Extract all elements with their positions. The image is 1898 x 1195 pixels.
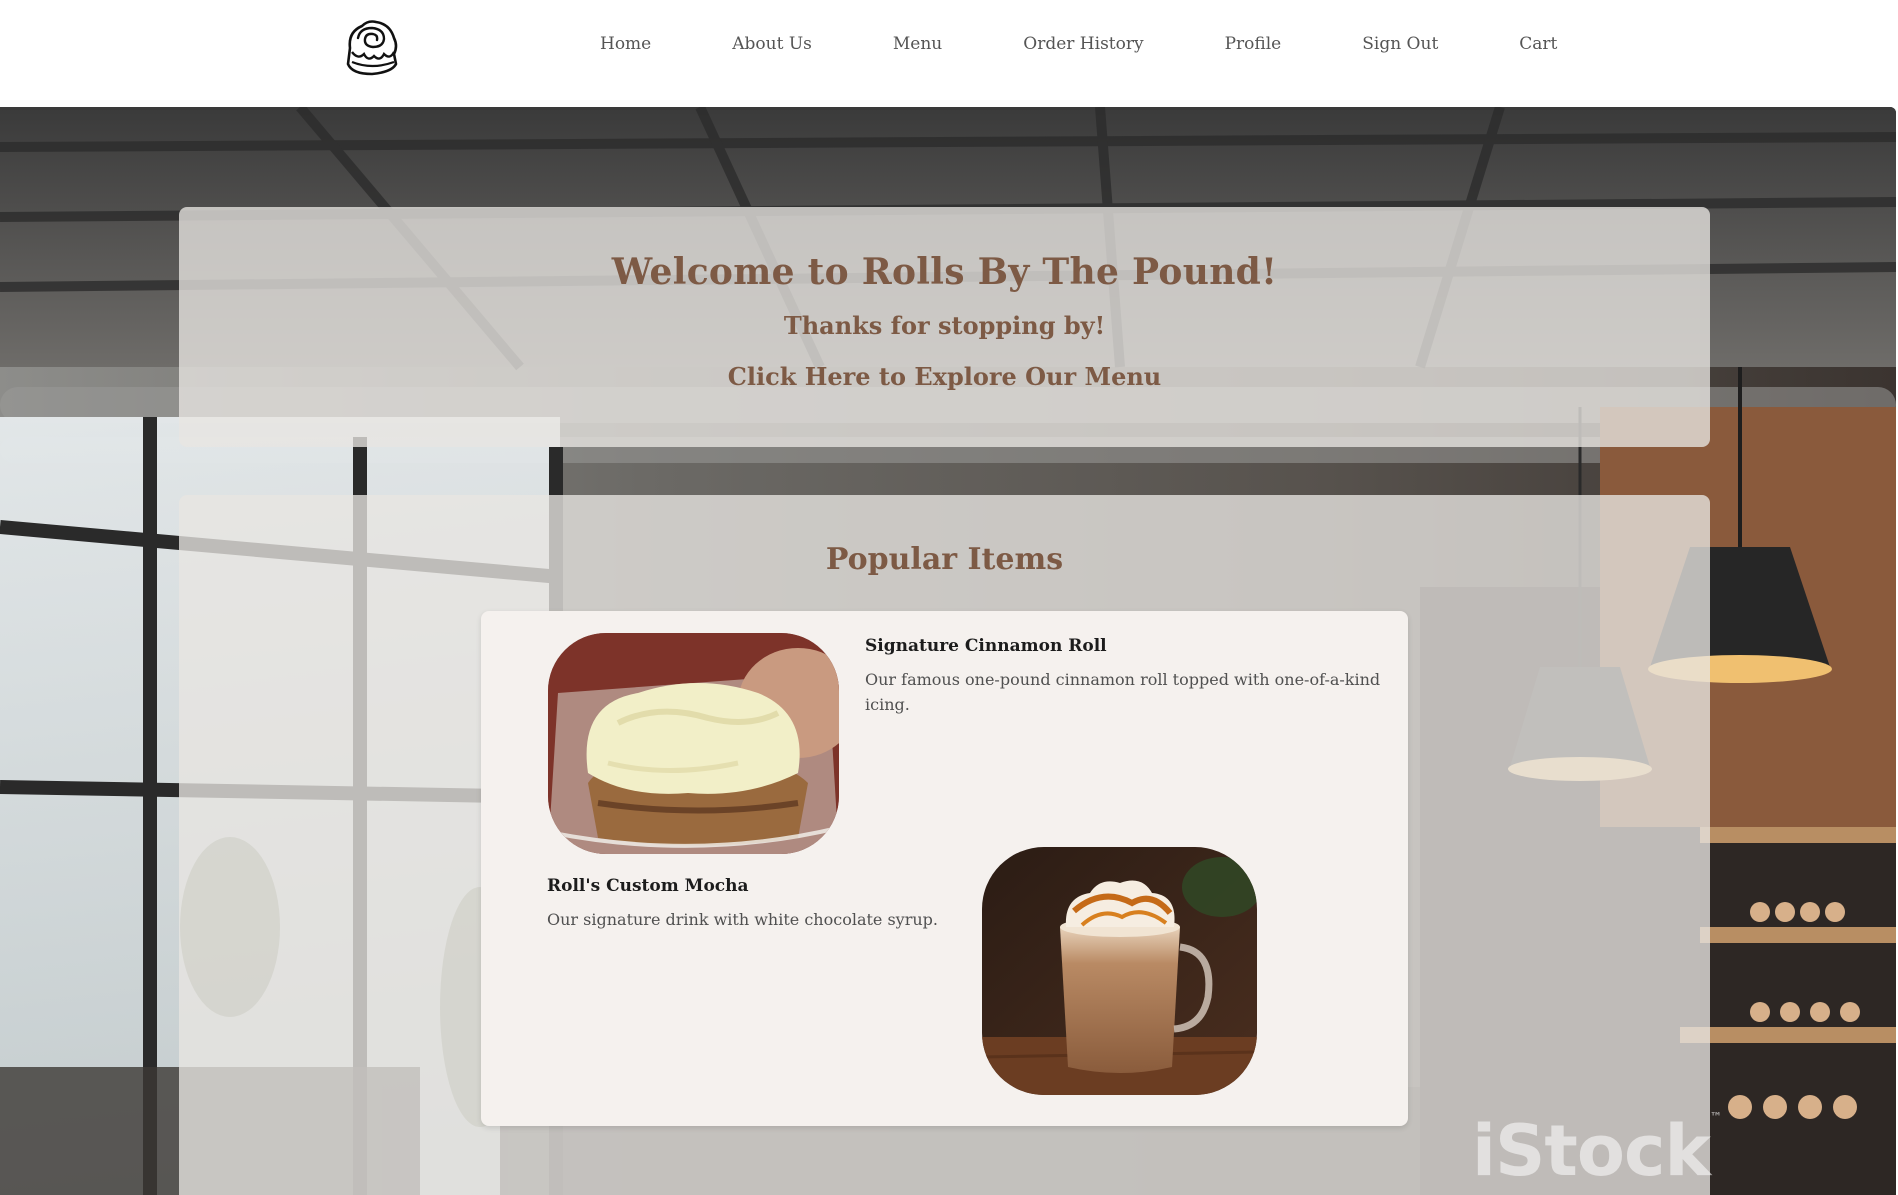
item-description: Our famous one-pound cinnamon roll toppe… [865, 670, 1381, 714]
item-name[interactable]: Signature Cinnamon Roll [865, 636, 1107, 656]
nav-links: Home About Us Menu Order History Profile… [600, 32, 1557, 56]
popular-items-title: Popular Items [825, 542, 1064, 577]
cinnamon-roll-icon[interactable] [338, 12, 406, 78]
welcome-title: Welcome to Rolls By The Pound! [611, 251, 1278, 293]
explore-menu-link[interactable]: Click Here to Explore Our Menu [728, 362, 1161, 391]
top-navigation-bar: Home About Us Menu Order History Profile… [0, 0, 1898, 107]
istock-watermark: iStock™ [1472, 1110, 1722, 1192]
nav-home[interactable]: Home [600, 34, 651, 54]
welcome-panel: Welcome to Rolls By The Pound! Thanks fo… [179, 207, 1710, 447]
nav-menu[interactable]: Menu [893, 34, 942, 54]
item-name[interactable]: Roll's Custom Mocha [547, 876, 749, 896]
nav-order-history[interactable]: Order History [1023, 34, 1143, 54]
popular-items-card: Signature Cinnamon Roll Our famous one-p… [481, 611, 1408, 1126]
cinnamon-roll-image[interactable] [548, 633, 839, 854]
welcome-subtitle: Thanks for stopping by! [783, 311, 1106, 340]
nav-about-us[interactable]: About Us [732, 34, 812, 54]
nav-cart[interactable]: Cart [1519, 34, 1557, 54]
item-description: Our signature drink with white chocolate… [547, 910, 938, 929]
mocha-image[interactable] [982, 847, 1257, 1095]
popular-items-panel: Popular Items Signature Cinnamon Roll Ou… [179, 495, 1710, 1195]
nav-profile[interactable]: Profile [1225, 34, 1282, 54]
nav-sign-out[interactable]: Sign Out [1362, 34, 1438, 54]
